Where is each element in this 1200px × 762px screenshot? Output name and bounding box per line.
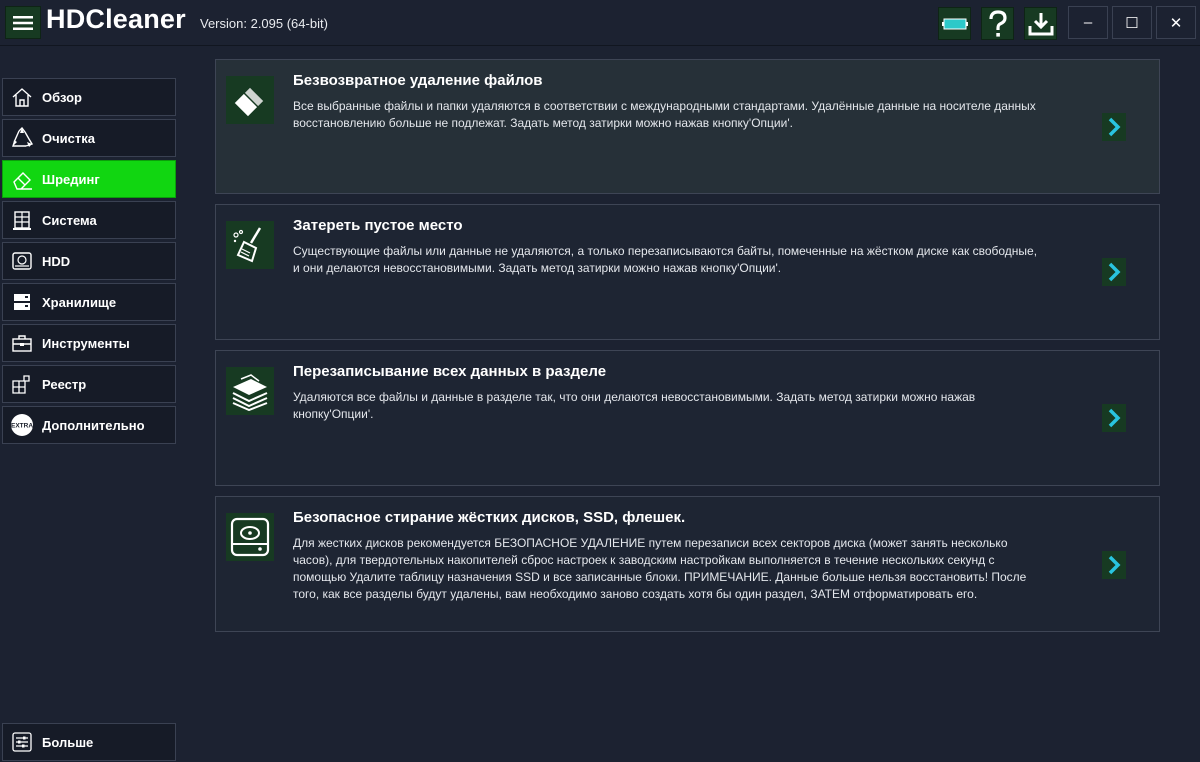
card-title: Безопасное стирание жёстких дисков, SSD,… [293, 509, 686, 526]
storage-icon [10, 290, 34, 314]
extra-badge-text: EXTRA [11, 423, 33, 430]
card-description: Удаляются все файлы и данные в разделе т… [293, 390, 976, 421]
help-button[interactable] [981, 7, 1014, 40]
system-icon [10, 208, 34, 232]
sidebar-item-label: HDD [42, 253, 71, 269]
sidebar-item-storage[interactable]: Хранилище [2, 283, 176, 321]
sidebar-item-cleaning[interactable]: Очистка [2, 119, 176, 157]
close-button[interactable]: ✕ [1156, 6, 1196, 39]
broom-icon [226, 221, 274, 269]
battery-button[interactable] [938, 7, 971, 40]
eraser-icon [226, 76, 274, 124]
card-title: Затереть пустое место [293, 217, 463, 234]
card-title: Перезаписывание всех данных в разделе [293, 363, 607, 380]
chevron-right-icon[interactable] [1102, 113, 1126, 141]
title-bar: HDCleaner Version: 2.095 (64-bit) – ☐ ✕ [0, 0, 1200, 46]
sidebar-item-shredding[interactable]: Шрединг [2, 160, 176, 198]
sidebar-item-label: Инструменты [42, 335, 130, 351]
close-icon: ✕ [1169, 14, 1183, 32]
app-version: Version: 2.095 (64-bit) [200, 16, 328, 31]
sidebar-item-label: Больше [42, 734, 94, 750]
card-secure-erase-disks[interactable]: Безопасное стирание жёстких дисков, SSD,… [215, 496, 1160, 632]
battery-icon [941, 18, 968, 29]
card-title: Безвозвратное удаление файлов [293, 72, 543, 89]
maximize-icon: ☐ [1125, 14, 1139, 32]
app-title: HDCleaner [46, 4, 186, 34]
toolbox-icon [10, 331, 34, 355]
sidebar-item-label: Система [42, 212, 97, 228]
chevron-right-icon[interactable] [1102, 404, 1126, 432]
sidebar-item-extra[interactable]: EXTRA Дополнительно [2, 406, 176, 444]
chevron-right-icon[interactable] [1102, 551, 1126, 579]
card-wipe-free-space[interactable]: Затереть пустое место Существующие файлы… [215, 204, 1160, 340]
minimize-icon: – [1083, 14, 1093, 31]
sidebar-item-label: Обзор [42, 89, 82, 105]
card-overwrite-partition[interactable]: Перезаписывание всех данных в разделе Уд… [215, 350, 1160, 486]
card-description: Существующие файлы или данные не удаляют… [293, 244, 1038, 275]
sidebar-item-tools[interactable]: Инструменты [2, 324, 176, 362]
hdd-icon [10, 249, 34, 273]
extra-icon: EXTRA [10, 413, 34, 437]
download-button[interactable] [1024, 7, 1057, 40]
card-permanent-delete[interactable]: Безвозвратное удаление файлов Все выбран… [215, 59, 1160, 194]
recycle-icon [10, 126, 34, 150]
sidebar-item-label: Дополнительно [42, 417, 145, 433]
sidebar: Обзор Очистка Шрединг Система HDD Хранил… [0, 46, 178, 762]
sidebar-item-more[interactable]: Больше [2, 723, 176, 761]
sidebar-item-label: Шрединг [42, 171, 100, 187]
maximize-button[interactable]: ☐ [1112, 6, 1152, 39]
sidebar-item-registry[interactable]: Реестр [2, 365, 176, 403]
hamburger-icon [13, 15, 33, 30]
sidebar-item-label: Реестр [42, 376, 87, 392]
sidebar-item-overview[interactable]: Обзор [2, 78, 176, 116]
card-description: Для жестких дисков рекомендуется БЕЗОПАС… [293, 536, 1027, 601]
registry-icon [10, 372, 34, 396]
minimize-button[interactable]: – [1068, 6, 1108, 39]
card-description: Все выбранные файлы и папки удаляются в … [293, 99, 1036, 130]
chevron-right-icon[interactable] [1102, 258, 1126, 286]
hamburger-menu-button[interactable] [5, 6, 41, 39]
hdd-icon [226, 513, 274, 561]
layers-icon [226, 367, 274, 415]
home-icon [10, 85, 34, 109]
sidebar-item-label: Очистка [42, 130, 95, 146]
sidebar-item-system[interactable]: Система [2, 201, 176, 239]
sidebar-item-label: Хранилище [42, 294, 117, 310]
help-icon [988, 9, 1007, 37]
sliders-icon [10, 730, 34, 754]
sidebar-item-hdd[interactable]: HDD [2, 242, 176, 280]
eraser-icon [10, 167, 34, 191]
download-icon [1028, 12, 1053, 35]
